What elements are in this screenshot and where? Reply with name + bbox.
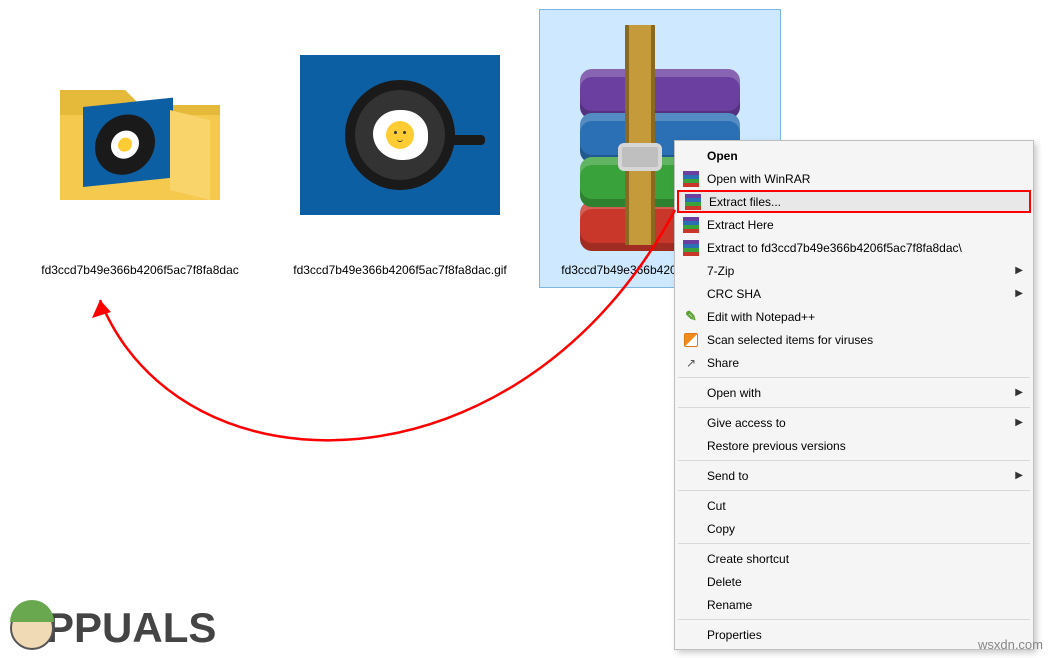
- menu-restore-versions[interactable]: Restore previous versions: [677, 434, 1031, 457]
- folder-label: fd3ccd7b49e366b4206f5ac7f8fa8dac: [37, 261, 243, 279]
- chevron-right-icon: ▶: [1015, 387, 1023, 398]
- shield-icon: [682, 331, 700, 349]
- menu-separator: [678, 460, 1030, 461]
- appuals-logo: PPUALS: [10, 604, 216, 652]
- menu-give-access-to[interactable]: Give access to ▶: [677, 411, 1031, 434]
- menu-extract-files[interactable]: Extract files...: [677, 190, 1031, 213]
- winrar-mini-icon: [684, 193, 702, 211]
- menu-open-with[interactable]: Open with ▶: [677, 381, 1031, 404]
- menu-send-to[interactable]: Send to ▶: [677, 464, 1031, 487]
- folder-icon: [25, 15, 255, 255]
- gif-item[interactable]: fd3ccd7b49e366b4206f5ac7f8fa8dac.gif: [280, 10, 520, 287]
- menu-copy[interactable]: Copy: [677, 517, 1031, 540]
- notepadpp-icon: ✎: [682, 308, 700, 326]
- menu-create-shortcut[interactable]: Create shortcut: [677, 547, 1031, 570]
- gif-label: fd3ccd7b49e366b4206f5ac7f8fa8dac.gif: [289, 261, 511, 279]
- menu-separator: [678, 377, 1030, 378]
- menu-separator: [678, 490, 1030, 491]
- winrar-mini-icon: [682, 239, 700, 257]
- logo-text: PPUALS: [46, 604, 216, 652]
- menu-cut[interactable]: Cut: [677, 494, 1031, 517]
- chevron-right-icon: ▶: [1015, 417, 1023, 428]
- menu-separator: [678, 619, 1030, 620]
- folder-item[interactable]: fd3ccd7b49e366b4206f5ac7f8fa8dac: [20, 10, 260, 287]
- chevron-right-icon: ▶: [1015, 470, 1023, 481]
- share-icon: ↗: [682, 354, 700, 372]
- menu-separator: [678, 543, 1030, 544]
- menu-share[interactable]: ↗ Share: [677, 351, 1031, 374]
- menu-7zip[interactable]: 7-Zip ▶: [677, 259, 1031, 282]
- menu-crc-sha[interactable]: CRC SHA ▶: [677, 282, 1031, 305]
- menu-scan-viruses[interactable]: Scan selected items for viruses: [677, 328, 1031, 351]
- menu-open[interactable]: Open: [677, 144, 1031, 167]
- menu-extract-to[interactable]: Extract to fd3ccd7b49e366b4206f5ac7f8fa8…: [677, 236, 1031, 259]
- menu-delete[interactable]: Delete: [677, 570, 1031, 593]
- chevron-right-icon: ▶: [1015, 265, 1023, 276]
- menu-extract-here[interactable]: Extract Here: [677, 213, 1031, 236]
- menu-open-with-winrar[interactable]: Open with WinRAR: [677, 167, 1031, 190]
- logo-face-icon: [10, 606, 54, 650]
- menu-separator: [678, 407, 1030, 408]
- gif-thumbnail: [285, 15, 515, 255]
- menu-rename[interactable]: Rename: [677, 593, 1031, 616]
- winrar-mini-icon: [682, 216, 700, 234]
- winrar-mini-icon: [682, 170, 700, 188]
- context-menu: Open Open with WinRAR Extract files... E…: [674, 140, 1034, 650]
- chevron-right-icon: ▶: [1015, 288, 1023, 299]
- menu-edit-notepadpp[interactable]: ✎ Edit with Notepad++: [677, 305, 1031, 328]
- watermark: wsxdn.com: [978, 637, 1043, 652]
